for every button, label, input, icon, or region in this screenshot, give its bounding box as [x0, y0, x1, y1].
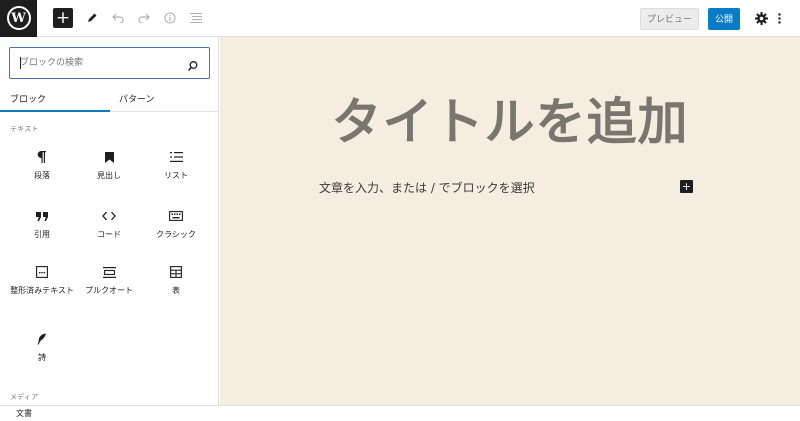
category-label-media: メディア: [10, 393, 39, 401]
block-label: 表: [172, 286, 180, 295]
info-icon[interactable]: [163, 10, 177, 26]
pullquote-icon: [76, 264, 142, 280]
block-label: 整形済みテキスト: [10, 286, 74, 295]
block-label: 見出し: [97, 171, 121, 180]
breadcrumb-document[interactable]: 文書: [16, 408, 32, 419]
feather-icon: [9, 331, 75, 347]
paragraph-placeholder[interactable]: 文章を入力、または / でブロックを選択: [319, 179, 535, 196]
block-inserter-panel: ブロック パターン テキスト 段落 見出し リスト 引用 コード: [0, 37, 219, 405]
category-label-text: テキスト: [10, 125, 39, 133]
editor-canvas: タイトルを追加 文章を入力、または / でブロックを選択 +: [220, 37, 800, 405]
inline-add-block-button[interactable]: +: [680, 180, 693, 193]
redo-icon[interactable]: [137, 10, 151, 26]
block-item-verse[interactable]: 詩: [9, 331, 75, 363]
quote-icon: [9, 208, 75, 224]
block-label: リスト: [164, 171, 188, 180]
toolbar-right: プレビュー 公開: [639, 0, 800, 37]
block-search-input[interactable]: [20, 56, 180, 70]
block-label: 段落: [34, 171, 50, 180]
block-label: プルクオート: [85, 286, 133, 295]
block-label: 引用: [34, 230, 50, 239]
block-item-preformatted[interactable]: 整形済みテキスト: [9, 264, 75, 296]
block-item-code[interactable]: コード: [76, 208, 142, 240]
preview-button[interactable]: プレビュー: [639, 7, 699, 30]
bookmark-icon: [76, 149, 142, 165]
block-item-quote[interactable]: 引用: [9, 208, 75, 240]
block-label: 詩: [38, 353, 46, 362]
block-item-heading[interactable]: 見出し: [76, 149, 142, 181]
active-tab-indicator: [0, 110, 110, 112]
wordpress-logo-icon: W: [6, 6, 31, 30]
block-item-paragraph[interactable]: 段落: [9, 149, 75, 181]
settings-gear-icon[interactable]: [754, 12, 768, 26]
publish-button[interactable]: 公開: [707, 7, 740, 30]
more-options-icon[interactable]: [775, 13, 783, 24]
keyboard-icon: [143, 208, 209, 224]
block-item-pullquote[interactable]: プルクオート: [76, 264, 142, 296]
table-icon: [143, 264, 209, 280]
edit-tool-icon[interactable]: [85, 10, 99, 26]
block-search-box[interactable]: [9, 47, 210, 79]
inserter-tabs: ブロック パターン: [0, 87, 218, 112]
block-item-list[interactable]: リスト: [143, 149, 209, 181]
tab-patterns[interactable]: パターン: [119, 92, 155, 105]
post-title-field[interactable]: タイトルを追加: [220, 82, 800, 154]
wordpress-logo-button[interactable]: W: [0, 0, 37, 37]
block-label: コード: [97, 230, 121, 239]
undo-icon[interactable]: [111, 10, 125, 26]
editor-toolbar: W + プレビュー 公開: [0, 0, 800, 37]
block-item-table[interactable]: 表: [143, 264, 209, 296]
code-icon: [76, 208, 142, 224]
tab-blocks[interactable]: ブロック: [10, 92, 46, 105]
list-icon: [143, 149, 209, 165]
block-label: クラシック: [156, 230, 196, 239]
list-view-icon[interactable]: [189, 10, 203, 26]
editor-footer: 文書: [0, 405, 800, 421]
block-item-classic[interactable]: クラシック: [143, 208, 209, 240]
add-block-button[interactable]: +: [53, 8, 73, 28]
preformatted-icon: [9, 264, 75, 280]
search-icon[interactable]: [187, 57, 199, 71]
paragraph-icon: [9, 149, 75, 165]
